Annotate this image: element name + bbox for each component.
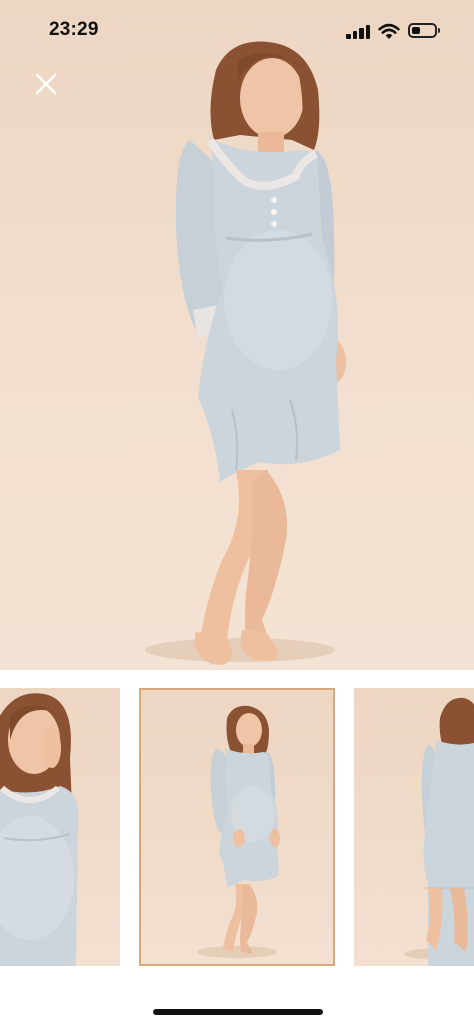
battery-icon [408,23,437,38]
main-product-image[interactable] [0,0,474,670]
battery-level [412,27,421,34]
battery-cap [438,28,440,33]
main-image-illustration [145,41,346,665]
image-viewer-screen: 23:29 [0,0,474,1024]
close-button[interactable] [30,68,62,100]
status-time: 23:29 [49,19,99,40]
thumbnail-back-view-illustration [404,697,474,966]
cellular-signal-icon [346,25,372,39]
wifi-icon [378,23,400,39]
thumbnail-closeup[interactable] [0,688,120,966]
thumbnail-closeup-illustration [0,693,79,966]
thumbnail-full-front-illustration [197,705,280,958]
thumbnail-strip [0,670,474,980]
close-icon [35,73,57,95]
thumbnail-back-view[interactable] [354,688,474,966]
status-bar: 23:29 [0,0,474,62]
thumbnail-full-front[interactable] [139,688,335,966]
home-indicator[interactable] [153,1009,323,1015]
